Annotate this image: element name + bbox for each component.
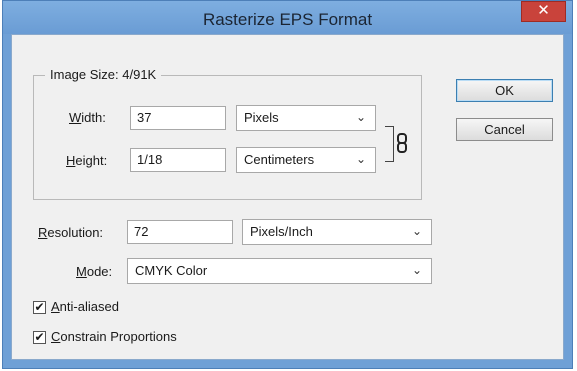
- anti-aliased-label[interactable]: Anti-aliased: [51, 299, 119, 314]
- chevron-down-icon: ⌄: [411, 263, 422, 277]
- height-unit-value: Centimeters: [244, 152, 315, 167]
- width-label: Width:: [69, 110, 106, 125]
- link-icon[interactable]: [396, 133, 408, 153]
- anti-aliased-checkbox[interactable]: ✔: [33, 301, 46, 314]
- checkmark-icon: ✔: [34, 330, 45, 344]
- chevron-down-icon: ⌄: [355, 110, 366, 124]
- width-unit-select[interactable]: Pixels ⌄: [236, 105, 376, 131]
- height-input[interactable]: 1/18: [130, 148, 226, 172]
- mode-label: Mode:: [76, 264, 113, 279]
- dialog-title: Rasterize EPS Format: [202, 10, 373, 29]
- resolution-unit-select[interactable]: Pixels/Inch ⌄: [242, 219, 432, 245]
- resolution-input[interactable]: 72: [127, 220, 233, 244]
- constrain-bracket: [385, 126, 394, 162]
- width-unit-value: Pixels: [244, 110, 279, 125]
- chevron-down-icon: ⌄: [411, 224, 422, 238]
- close-button[interactable]: ✕: [521, 1, 566, 22]
- title-bar[interactable]: Rasterize EPS Format ✕: [3, 1, 572, 34]
- resolution-unit-value: Pixels/Inch: [250, 224, 313, 239]
- cancel-button[interactable]: Cancel: [456, 118, 553, 141]
- image-size-group: [33, 75, 422, 200]
- checkmark-icon: ✔: [34, 300, 45, 314]
- ok-button[interactable]: OK: [456, 79, 553, 102]
- constrain-proportions-label[interactable]: Constrain Proportions: [51, 329, 177, 344]
- image-size-label: Image Size: 4/91K: [45, 67, 162, 82]
- resolution-label: Resolution:: [38, 225, 104, 240]
- height-unit-select[interactable]: Centimeters ⌄: [236, 147, 376, 173]
- chevron-down-icon: ⌄: [355, 152, 366, 166]
- mode-value: CMYK Color: [135, 263, 208, 278]
- constrain-proportions-checkbox[interactable]: ✔: [33, 331, 46, 344]
- mode-select[interactable]: CMYK Color ⌄: [127, 258, 432, 284]
- close-icon: ✕: [537, 2, 550, 19]
- width-input[interactable]: 37: [130, 106, 226, 130]
- height-label: Height:: [66, 153, 108, 168]
